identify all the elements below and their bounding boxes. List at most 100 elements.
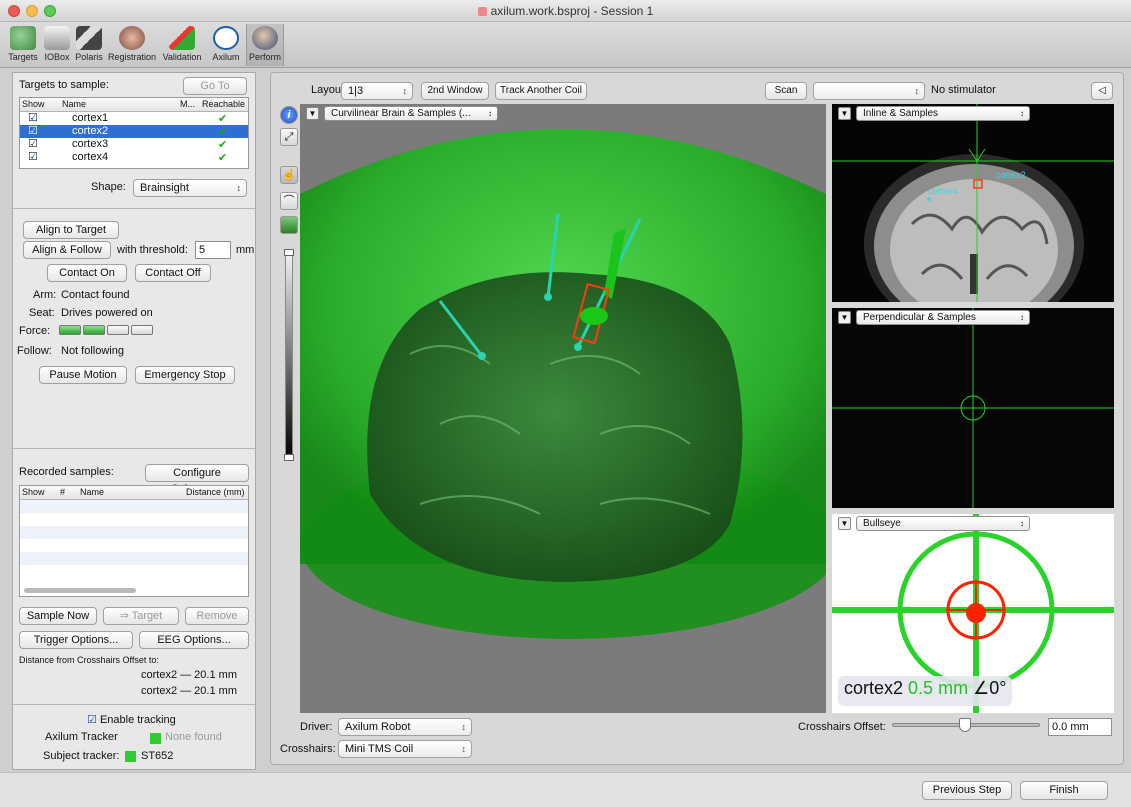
targets-section: Targets to sample: Go To Show Name M... … bbox=[13, 73, 255, 209]
toolbar-axilum[interactable]: Axilum bbox=[206, 24, 246, 66]
subject-tracker-status-icon bbox=[125, 751, 136, 762]
left-panel: Targets to sample: Go To Show Name M... … bbox=[12, 72, 256, 770]
threshold-input[interactable]: 5 bbox=[195, 241, 231, 259]
collapse-panel-button[interactable]: ◁ bbox=[1091, 82, 1113, 100]
footer-bar: Previous Step Finish bbox=[0, 772, 1131, 807]
bullseye-view-select[interactable]: Bullseye bbox=[856, 516, 1030, 531]
horizontal-scrollbar[interactable] bbox=[24, 588, 136, 593]
offset-input[interactable]: 0.0 mm bbox=[1048, 718, 1112, 736]
target-row[interactable]: ☑ cortex4 ✔ bbox=[20, 151, 248, 164]
reachable-check-icon: ✔ bbox=[218, 139, 228, 151]
slider-thumb-bottom[interactable] bbox=[284, 454, 294, 461]
show-checkbox[interactable]: ☑ bbox=[28, 139, 39, 150]
toolbar-registration[interactable]: Registration bbox=[106, 24, 158, 66]
previous-step-button[interactable]: Previous Step bbox=[922, 781, 1012, 800]
crosshairs-select[interactable]: Mini TMS Coil bbox=[338, 740, 472, 758]
samples-section: Recorded samples: Configure Columns... S… bbox=[13, 455, 255, 705]
finish-button[interactable]: Finish bbox=[1020, 781, 1108, 800]
brain-3d-render bbox=[300, 129, 826, 639]
targets-table-header: Show Name M... Reachable bbox=[20, 98, 248, 112]
view-menu-toggle[interactable]: ▼ bbox=[306, 107, 319, 120]
view-inline[interactable]: cortex2 cortex4 ▼ Inline & Samples bbox=[832, 104, 1114, 302]
view-menu-toggle[interactable]: ▼ bbox=[838, 517, 851, 530]
triangle-left-icon: ◁ bbox=[1098, 85, 1106, 96]
to-target-button[interactable]: ⇒ Target bbox=[103, 607, 179, 625]
force-meter bbox=[59, 324, 159, 336]
toolbar-polaris[interactable]: Polaris bbox=[72, 24, 106, 66]
samples-table: Show # Name Distance (mm) bbox=[19, 485, 249, 597]
panel-splitter[interactable] bbox=[258, 72, 266, 770]
go-to-button[interactable]: Go To bbox=[183, 77, 247, 95]
track-another-coil-button[interactable]: Track Another Coil bbox=[495, 82, 587, 100]
info-icon[interactable]: i bbox=[280, 106, 298, 124]
target-row[interactable]: ☑ cortex3 ✔ bbox=[20, 138, 248, 151]
align-follow-button[interactable]: Align & Follow bbox=[23, 241, 111, 259]
reachable-check-icon: ✔ bbox=[218, 152, 228, 164]
inline-mri-render bbox=[832, 104, 1114, 302]
hand-pan-icon[interactable]: ☝ bbox=[280, 166, 298, 184]
document-icon bbox=[477, 7, 487, 16]
driver-select[interactable]: Axilum Robot bbox=[338, 718, 472, 736]
offset-slider-thumb[interactable] bbox=[959, 718, 971, 732]
target-row-selected[interactable]: ☑ cortex2 ✔ bbox=[20, 125, 248, 138]
view-3d-brain[interactable]: ▼ Curvilinear Brain & Samples (... bbox=[300, 104, 826, 713]
title-bar: axilum.work.bsproj - Session 1 bbox=[0, 0, 1131, 22]
contact-off-button[interactable]: Contact Off bbox=[135, 264, 211, 282]
layout-select[interactable]: 1|3 bbox=[341, 82, 413, 100]
iobox-icon bbox=[44, 26, 70, 50]
trigger-options-button[interactable]: Trigger Options... bbox=[19, 631, 133, 649]
remove-button[interactable]: Remove bbox=[185, 607, 249, 625]
scan-button[interactable]: Scan bbox=[765, 82, 807, 100]
samples-table-header: Show # Name Distance (mm) bbox=[20, 486, 248, 500]
perform-icon bbox=[252, 26, 278, 50]
targets-table: Show Name M... Reachable ☑ cortex1 ✔ ☑ c… bbox=[19, 97, 249, 169]
fullscreen-icon[interactable]: ⤢ bbox=[280, 128, 298, 146]
registration-icon bbox=[119, 26, 145, 50]
view-menu-toggle[interactable]: ▼ bbox=[838, 311, 851, 324]
toolbar-targets[interactable]: Targets bbox=[4, 24, 42, 66]
robot-section: Align to Target Align & Follow with thre… bbox=[13, 213, 255, 449]
checkbox-icon: ☑ bbox=[87, 714, 97, 726]
perpendicular-render bbox=[832, 308, 1114, 508]
contact-on-button[interactable]: Contact On bbox=[47, 264, 127, 282]
emergency-stop-button[interactable]: Emergency Stop bbox=[135, 366, 235, 384]
second-window-button[interactable]: 2nd Window bbox=[421, 82, 489, 100]
opacity-slider[interactable] bbox=[284, 249, 294, 461]
eeg-options-button[interactable]: EEG Options... bbox=[139, 631, 249, 649]
configure-columns-button[interactable]: Configure Columns... bbox=[145, 464, 249, 495]
tracking-section: ☑ Enable tracking Axilum Tracker None fo… bbox=[43, 713, 222, 762]
sample-now-button[interactable]: Sample Now bbox=[19, 607, 97, 625]
cube-icon[interactable] bbox=[280, 216, 298, 234]
toolbar-iobox[interactable]: IOBox bbox=[42, 24, 72, 66]
shape-select[interactable]: Brainsight bbox=[133, 179, 247, 197]
targets-icon bbox=[10, 26, 36, 50]
view-bullseye[interactable]: cortex2 0.5 mm ∠0° ▼ Bullseye bbox=[832, 514, 1114, 713]
toolbar-validation[interactable]: Validation bbox=[158, 24, 206, 66]
target-row[interactable]: ☑ cortex1 ✔ bbox=[20, 112, 248, 125]
scan-select[interactable] bbox=[813, 82, 925, 100]
measure-icon[interactable]: ⌒ bbox=[280, 192, 298, 210]
axilum-icon bbox=[213, 26, 239, 50]
reachable-check-icon: ✔ bbox=[218, 113, 228, 125]
crosshairs-offset-slider[interactable] bbox=[892, 718, 1040, 732]
view-menu-toggle[interactable]: ▼ bbox=[838, 107, 851, 120]
align-to-target-button[interactable]: Align to Target bbox=[23, 221, 119, 239]
perpendicular-view-select[interactable]: Perpendicular & Samples bbox=[856, 310, 1030, 325]
coil-position-dot bbox=[966, 603, 986, 623]
view-3d-select[interactable]: Curvilinear Brain & Samples (... bbox=[324, 106, 498, 121]
pause-motion-button[interactable]: Pause Motion bbox=[39, 366, 127, 384]
show-checkbox[interactable]: ☑ bbox=[28, 152, 39, 163]
toolbar-perform[interactable]: Perform bbox=[246, 24, 284, 66]
enable-tracking-checkbox[interactable]: ☑ Enable tracking bbox=[87, 713, 176, 726]
window-title: axilum.work.bsproj - Session 1 bbox=[0, 4, 1131, 18]
view-perpendicular[interactable]: ▼ Perpendicular & Samples bbox=[832, 308, 1114, 508]
inline-view-select[interactable]: Inline & Samples bbox=[856, 106, 1030, 121]
polaris-icon bbox=[76, 26, 102, 50]
bullseye-readout: cortex2 0.5 mm ∠0° bbox=[838, 676, 1013, 706]
validation-icon bbox=[169, 26, 195, 50]
show-checkbox[interactable]: ☑ bbox=[28, 126, 39, 137]
slider-thumb-top[interactable] bbox=[284, 249, 294, 256]
show-checkbox[interactable]: ☑ bbox=[28, 113, 39, 124]
reachable-check-icon: ✔ bbox=[218, 126, 228, 138]
axilum-tracker-status-icon bbox=[150, 733, 161, 744]
